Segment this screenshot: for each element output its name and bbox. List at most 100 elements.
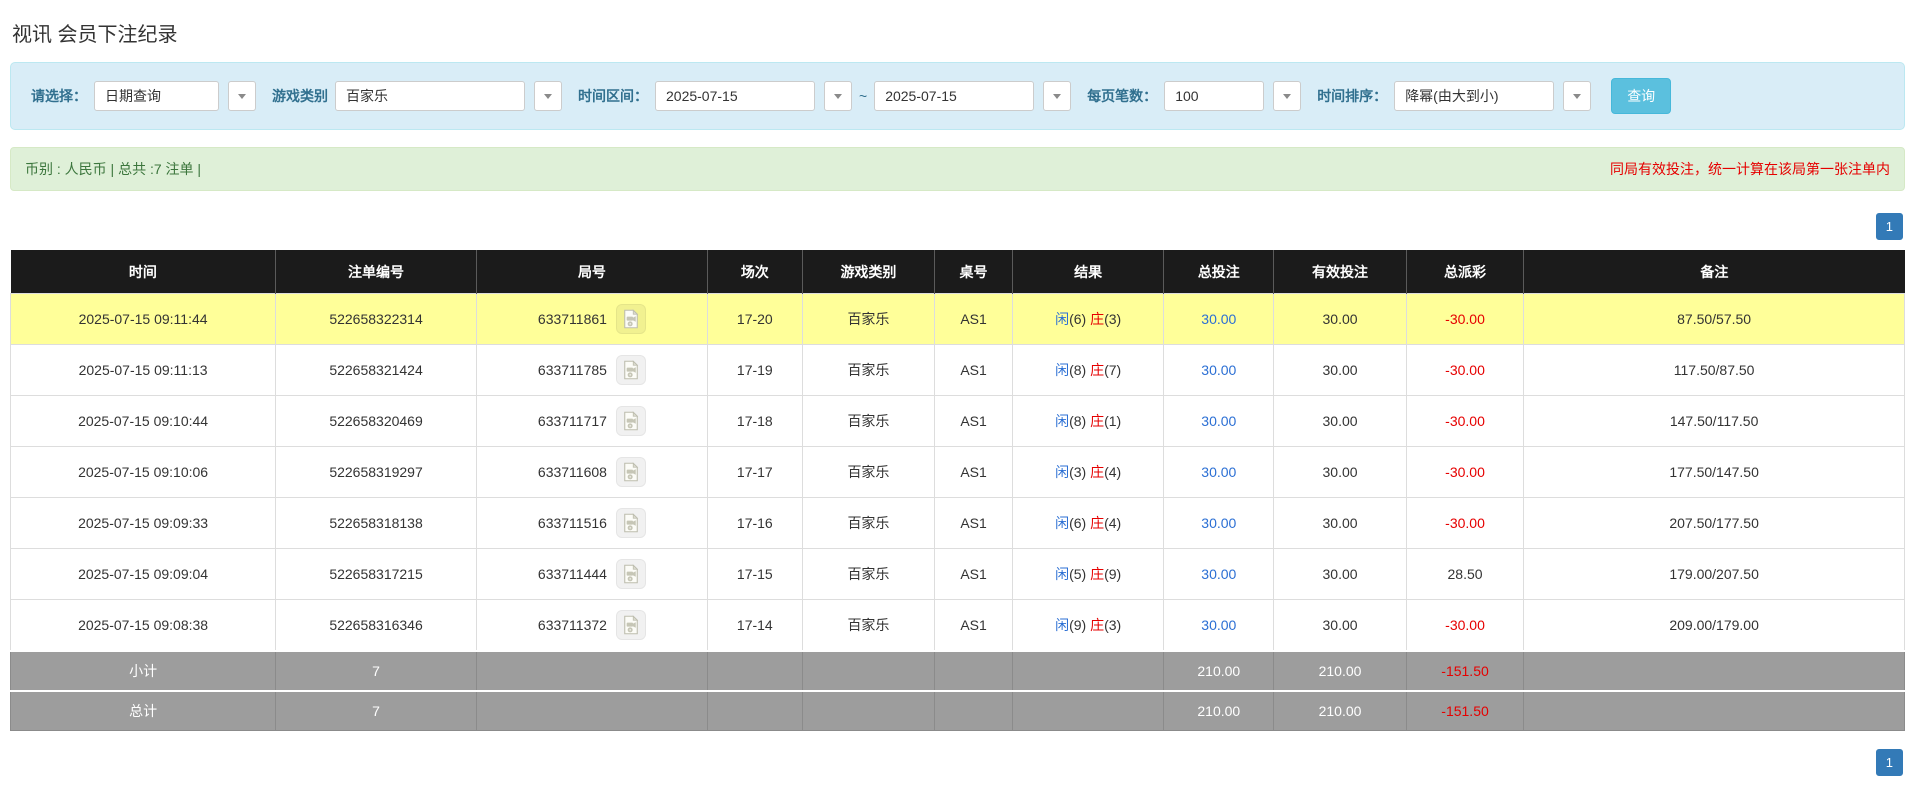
cell-remark: 177.50/147.50: [1523, 446, 1905, 498]
cell-round: 633711785: [475, 344, 708, 396]
total-bet-link[interactable]: 30.00: [1201, 617, 1236, 633]
summary-valid-bet: 210.00: [1273, 690, 1407, 731]
cell-result: 闲(6) 庄(4): [1011, 497, 1165, 549]
cell-game: 百家乐: [801, 293, 936, 345]
page-1-button[interactable]: 1: [1875, 213, 1903, 240]
summary-empty-cell: [934, 650, 1013, 692]
cell-bet-no: 522658320469: [275, 395, 477, 447]
pagination-top: 1: [12, 213, 1903, 240]
pagination-bottom: 1: [12, 749, 1903, 776]
currency-total-text: 币别 : 人民币 | 总共 :7 注单 |: [25, 161, 202, 177]
cell-bet-no: 522658316346: [275, 599, 477, 652]
time-range-group: 时间区间： 2025-07-15 ~ 2025-07-15: [578, 81, 1072, 111]
result-banker: 庄: [1090, 311, 1105, 327]
payout-value: -30.00: [1445, 515, 1485, 531]
result-player-points: (8): [1069, 362, 1087, 378]
cell-valid-bet: 30.00: [1273, 599, 1407, 652]
cell-valid-bet: 30.00: [1273, 548, 1407, 600]
video-replay-button[interactable]: [615, 304, 646, 334]
result-banker: 庄: [1090, 362, 1105, 378]
date-to-dropdown-button[interactable]: [1043, 81, 1072, 111]
column-header: 游戏类别: [802, 250, 936, 294]
cell-bet-no: 522658317215: [275, 548, 477, 600]
cell-result: 闲(8) 庄(7): [1011, 344, 1165, 396]
cell-payout: -30.00: [1405, 446, 1525, 498]
summary-empty-cell: [1011, 650, 1165, 692]
video-replay-button[interactable]: [615, 457, 646, 487]
per-page-label: 每页笔数：: [1087, 88, 1158, 104]
video-replay-button[interactable]: [615, 610, 646, 640]
sort-dropdown-button[interactable]: [1563, 81, 1592, 111]
summary-empty-cell: [934, 690, 1013, 731]
page-1-button[interactable]: 1: [1875, 749, 1903, 776]
query-type-select[interactable]: 日期查询: [94, 81, 219, 111]
date-to-select[interactable]: 2025-07-15: [874, 81, 1035, 111]
date-from-dropdown-button[interactable]: [824, 81, 852, 111]
total-bet-link[interactable]: 30.00: [1201, 566, 1236, 582]
video-replay-button[interactable]: [615, 355, 646, 385]
cell-bet-no: 522658318138: [275, 497, 477, 549]
table-row: 2025-07-15 09:10:44 522658320469 633711717…: [9, 395, 1905, 447]
column-header: 结果: [1012, 250, 1165, 294]
column-header: 场次: [707, 250, 803, 294]
video-replay-button[interactable]: [615, 406, 646, 436]
summary-label: 小计: [9, 650, 277, 692]
date-from-select[interactable]: 2025-07-15: [655, 81, 815, 111]
result-banker-points: (4): [1104, 515, 1122, 531]
query-type-dropdown-button[interactable]: [228, 81, 256, 111]
game-type-group: 游戏类别 百家乐: [272, 81, 562, 111]
cell-time: 2025-07-15 09:08:38: [9, 599, 277, 652]
search-button[interactable]: 查询: [1611, 78, 1672, 114]
time-range-label: 时间区间：: [578, 88, 648, 104]
per-page-select[interactable]: 100: [1164, 81, 1265, 111]
cell-time: 2025-07-15 09:09:33: [9, 497, 277, 549]
payout-value: -30.00: [1445, 464, 1485, 480]
result-player: 闲: [1055, 311, 1070, 327]
cell-total-bet: 30.00: [1163, 497, 1275, 549]
summary-empty-cell: [475, 690, 708, 731]
cell-remark: 147.50/117.50: [1523, 395, 1905, 447]
cell-remark: 209.00/179.00: [1523, 599, 1905, 652]
cell-table-no: AS1: [934, 497, 1013, 549]
table-row: 2025-07-15 09:09:04 522658317215 633711444…: [9, 548, 1905, 600]
result-banker: 庄: [1090, 464, 1105, 480]
cell-table-no: AS1: [934, 599, 1013, 652]
cell-payout: -30.00: [1405, 599, 1525, 652]
round-number: 633711444: [537, 566, 607, 582]
cell-bet-no: 522658321424: [275, 344, 477, 396]
per-page-dropdown-button[interactable]: [1273, 81, 1302, 111]
cell-total-bet: 30.00: [1163, 344, 1275, 396]
game-type-select[interactable]: 百家乐: [335, 81, 525, 111]
result-player: 闲: [1055, 566, 1070, 582]
total-bet-link[interactable]: 30.00: [1201, 515, 1236, 531]
payout-value: -30.00: [1445, 617, 1485, 633]
summary-payout-value: -151.50: [1441, 663, 1489, 679]
table-row: 2025-07-15 09:11:13 522658321424 633711785…: [9, 344, 1905, 396]
total-bet-link[interactable]: 30.00: [1201, 362, 1236, 378]
result-banker: 庄: [1090, 617, 1105, 633]
video-file-icon: [624, 462, 639, 482]
table-row: 2025-07-15 09:09:33 522658318138 633711516…: [9, 497, 1905, 549]
cell-remark: 207.50/177.50: [1523, 497, 1905, 549]
cell-remark: 179.00/207.50: [1523, 548, 1905, 600]
summary-empty-cell: [1523, 690, 1905, 731]
total-bet-link[interactable]: 30.00: [1201, 311, 1236, 327]
cell-payout: 28.50: [1405, 548, 1525, 600]
summary-count: 7: [275, 650, 477, 692]
result-player-points: (6): [1069, 515, 1087, 531]
cell-table-no: AS1: [934, 548, 1013, 600]
cell-valid-bet: 30.00: [1273, 293, 1407, 345]
video-replay-button[interactable]: [615, 559, 646, 589]
summary-empty-cell: [801, 650, 936, 692]
sort-select[interactable]: 降幂(由大到小): [1394, 81, 1555, 111]
chevron-down-icon: [238, 93, 246, 99]
round-number: 633711861: [537, 311, 607, 327]
page: 视讯 会员下注纪录 请选择： 日期查询 游戏类别 百家乐 时间区间： 2025-…: [0, 0, 1915, 776]
cell-remark: 117.50/87.50: [1523, 344, 1905, 396]
cell-time: 2025-07-15 09:09:04: [9, 548, 277, 600]
cell-table-no: AS1: [934, 446, 1013, 498]
video-replay-button[interactable]: [615, 508, 646, 538]
total-bet-link[interactable]: 30.00: [1201, 464, 1236, 480]
game-type-dropdown-button[interactable]: [534, 81, 562, 111]
total-bet-link[interactable]: 30.00: [1201, 413, 1236, 429]
